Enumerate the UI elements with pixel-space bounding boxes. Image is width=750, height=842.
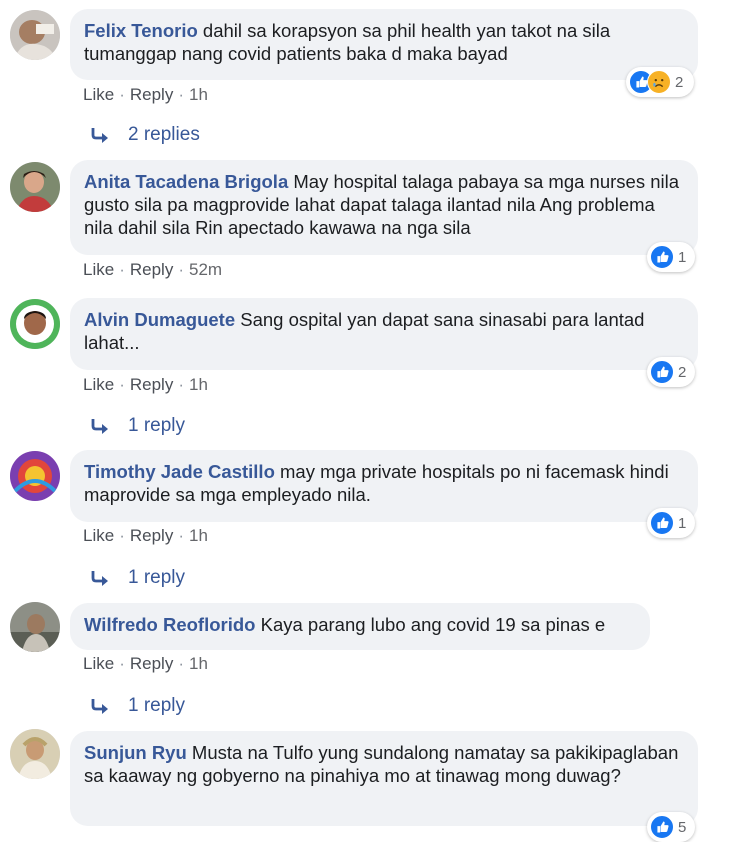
comment-timestamp[interactable]: 52m (189, 260, 222, 279)
avatar[interactable] (10, 299, 60, 349)
like-icon (650, 815, 674, 839)
avatar[interactable] (10, 10, 60, 60)
reply-arrow-icon (91, 128, 108, 143)
separator: · (178, 526, 184, 545)
separator: · (178, 85, 184, 104)
separator: · (178, 375, 184, 394)
reaction-count: 2 (678, 363, 687, 381)
reply-button[interactable]: Reply (130, 375, 173, 394)
comment-bubble: Wilfredo Reoflorido Kaya parang lubo ang… (70, 603, 650, 650)
comment-actions: Like · Reply · 1h (83, 85, 208, 105)
reaction-summary[interactable]: 2 (626, 67, 694, 97)
like-button[interactable]: Like (83, 375, 114, 394)
separator: · (119, 654, 125, 673)
separator: · (119, 375, 125, 394)
view-replies-link[interactable]: 1 reply (90, 567, 185, 589)
comment-bubble: Timothy Jade Castillo may mga private ho… (70, 450, 698, 522)
replies-label[interactable]: 1 reply (128, 567, 185, 589)
view-replies-link[interactable]: 1 reply (90, 695, 185, 717)
reaction-count: 1 (678, 514, 687, 532)
comment-bubble: Alvin Dumaguete Sang ospital yan dapat s… (70, 298, 698, 370)
comment-actions: Like · Reply · 1h (83, 526, 208, 546)
comment-bubble: Anita Tacadena Brigola May hospital tala… (70, 160, 698, 255)
avatar[interactable] (10, 451, 60, 501)
comment-text: Kaya parang lubo ang covid 19 sa pinas e (260, 614, 606, 635)
separator: · (178, 260, 184, 279)
reply-button[interactable]: Reply (130, 654, 173, 673)
avatar[interactable] (10, 162, 60, 212)
reaction-summary[interactable]: 1 (647, 242, 695, 272)
reply-button[interactable]: Reply (130, 260, 173, 279)
comment-timestamp[interactable]: 1h (189, 85, 208, 104)
comment-timestamp[interactable]: 1h (189, 654, 208, 673)
reaction-summary[interactable]: 1 (647, 508, 695, 538)
comment-bubble: Sunjun Ryu Musta na Tulfo yung sundalong… (70, 731, 698, 826)
like-icon (650, 360, 674, 384)
replies-label[interactable]: 1 reply (128, 415, 185, 437)
separator: · (119, 260, 125, 279)
replies-label[interactable]: 2 replies (128, 124, 200, 146)
like-button[interactable]: Like (83, 85, 114, 104)
like-button[interactable]: Like (83, 260, 114, 279)
comment-bubble: Felix Tenorio dahil sa korapsyon sa phil… (70, 9, 698, 80)
comment-timestamp[interactable]: 1h (189, 526, 208, 545)
like-icon (650, 245, 674, 269)
comment-actions: Like · Reply · 1h (83, 654, 208, 674)
view-replies-link[interactable]: 2 replies (90, 124, 200, 146)
reaction-summary[interactable]: 2 (647, 357, 695, 387)
reaction-count: 1 (678, 248, 687, 266)
reaction-count: 2 (675, 73, 684, 91)
avatar[interactable] (10, 602, 60, 652)
comment-author[interactable]: Alvin Dumaguete (84, 309, 235, 330)
replies-label[interactable]: 1 reply (128, 695, 185, 717)
reply-arrow-icon (91, 571, 108, 586)
comment-author[interactable]: Wilfredo Reoflorido (84, 614, 255, 635)
reply-button[interactable]: Reply (130, 526, 173, 545)
reaction-count: 5 (678, 818, 687, 836)
reply-button[interactable]: Reply (130, 85, 173, 104)
like-icon (650, 511, 674, 535)
comment-author[interactable]: Sunjun Ryu (84, 742, 187, 763)
sad-icon (647, 70, 671, 94)
reaction-summary[interactable]: 5 (647, 812, 695, 842)
reply-arrow-icon (91, 699, 108, 714)
like-button[interactable]: Like (83, 526, 114, 545)
separator: · (178, 654, 184, 673)
comment-timestamp[interactable]: 1h (189, 375, 208, 394)
comment-author[interactable]: Felix Tenorio (84, 20, 198, 41)
comment-author[interactable]: Anita Tacadena Brigola (84, 171, 288, 192)
reply-arrow-icon (91, 419, 108, 434)
like-button[interactable]: Like (83, 654, 114, 673)
avatar[interactable] (10, 729, 60, 779)
separator: · (119, 85, 125, 104)
view-replies-link[interactable]: 1 reply (90, 415, 185, 437)
comment-author[interactable]: Timothy Jade Castillo (84, 461, 275, 482)
comment-actions: Like · Reply · 52m (83, 260, 222, 280)
comment-actions: Like · Reply · 1h (83, 375, 208, 395)
separator: · (119, 526, 125, 545)
